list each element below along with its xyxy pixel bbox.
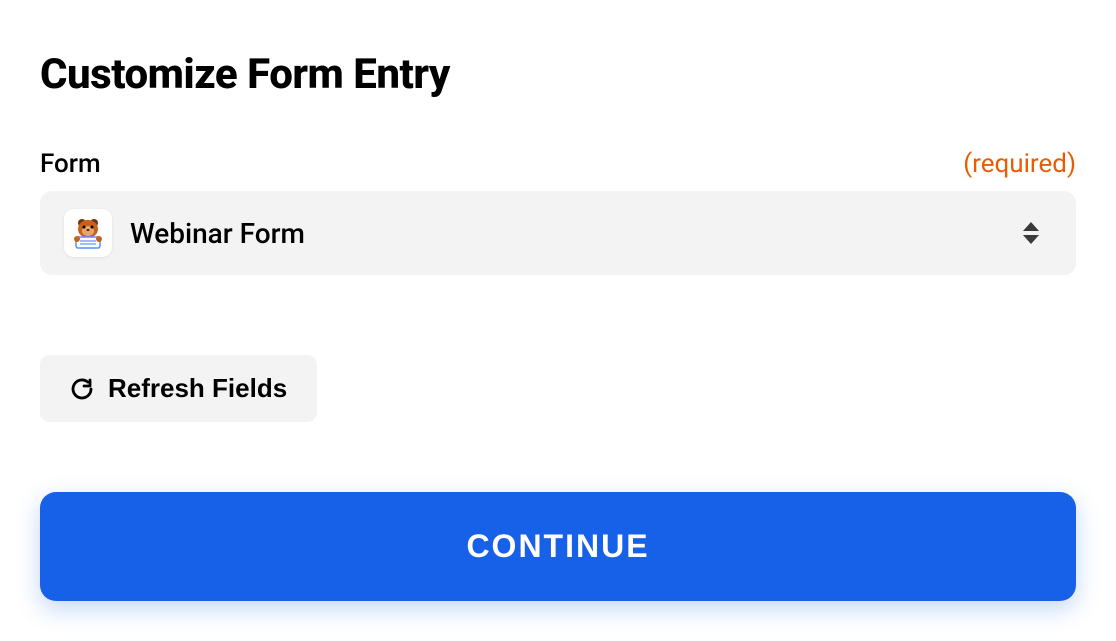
- continue-button-label: CONTINUE: [466, 528, 649, 564]
- continue-button[interactable]: CONTINUE: [40, 492, 1076, 601]
- form-select[interactable]: Webinar Form: [40, 191, 1076, 275]
- select-left: Webinar Form: [64, 209, 305, 257]
- refresh-icon: [70, 377, 94, 401]
- refresh-button-label: Refresh Fields: [108, 373, 287, 404]
- select-value: Webinar Form: [130, 217, 305, 250]
- form-label: Form: [40, 149, 101, 179]
- refresh-fields-button[interactable]: Refresh Fields: [40, 355, 317, 422]
- wpforms-bear-icon: [64, 209, 112, 257]
- required-tag: (required): [963, 149, 1076, 179]
- form-label-row: Form (required): [40, 149, 1076, 179]
- sort-arrows-icon: [1022, 219, 1040, 247]
- page-title: Customize Form Entry: [40, 50, 1076, 99]
